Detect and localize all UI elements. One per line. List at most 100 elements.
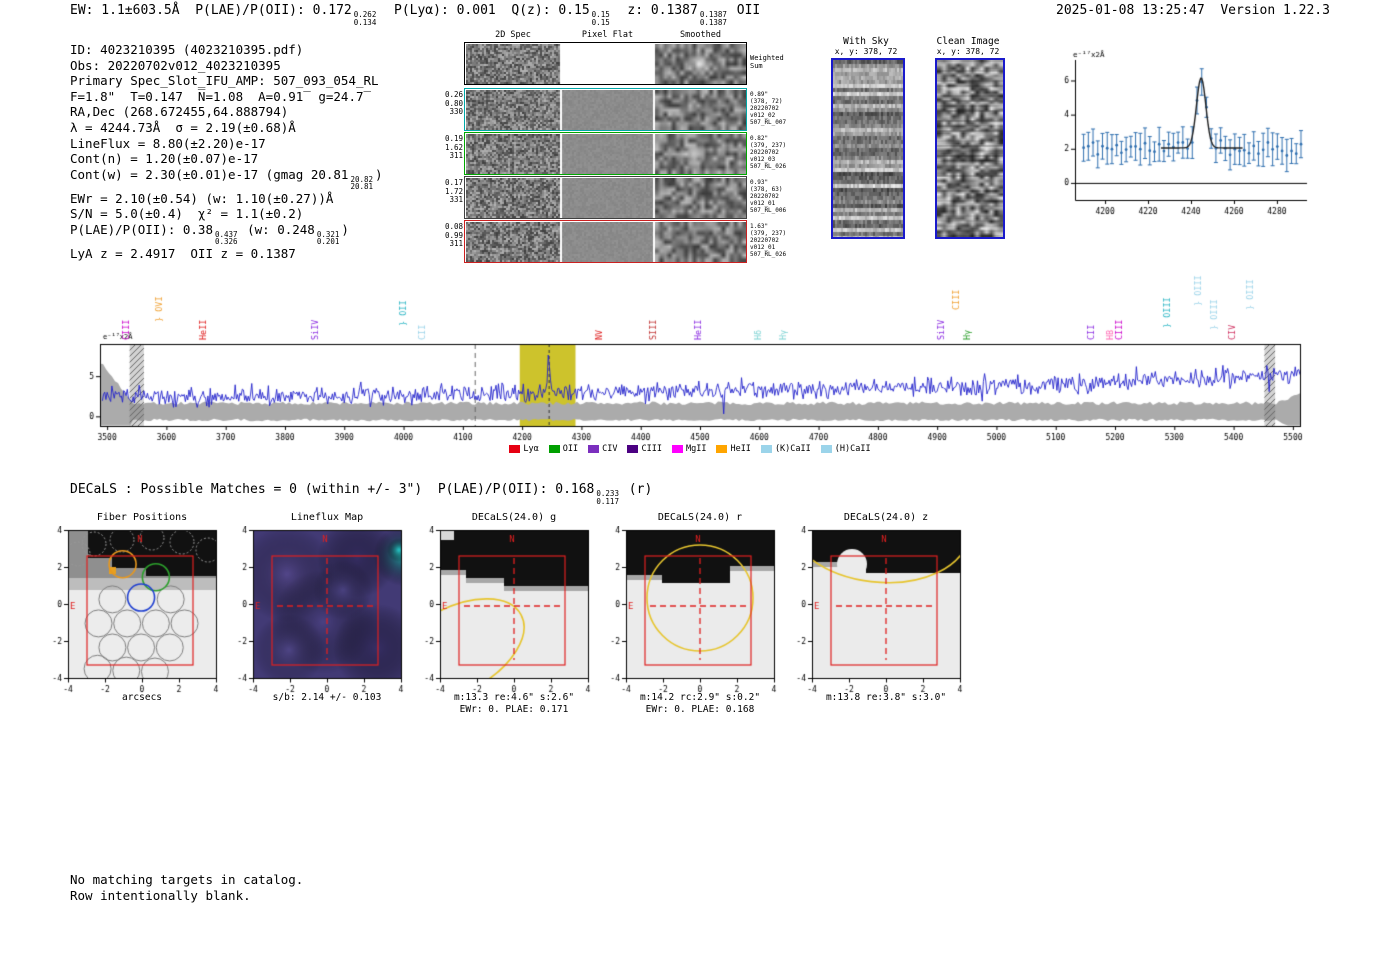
legend-item-CIV: CIV (588, 444, 617, 454)
spec2d-col-header-2dspec: 2D Spec (495, 30, 531, 40)
spec2d-row-strip (466, 222, 746, 262)
text-segment: λ = 4244.73Å σ = 2.19(±0.68)Å (70, 119, 296, 135)
spec2d-row-scale-labels: 0.17 1.72 331 (444, 178, 463, 205)
panel-caption-lineflux-1: s/b: 2.14 +/- 0.103 (272, 692, 382, 703)
text-segment: LineFlux = 8.80(±2.20)e-17 (70, 135, 266, 151)
text-segment: EW: 1.1±603.5Å P(LAE)/P(OII): 0.172 (70, 3, 352, 18)
info-line-10: EWr = 2.10(±0.54) (w: 1.10(±0.27))Å (70, 191, 383, 207)
stacked-uncertainty: 0.437 0.326 (215, 229, 238, 247)
panel-caption-fiber-1: arcsecs (121, 692, 163, 703)
spec2d-row-strip (466, 134, 746, 174)
text-segment: ) (341, 221, 349, 237)
info-line-11: S/N = 5.0(±0.4) χ² = 1.1(±0.2) (70, 206, 383, 222)
text-segment: P(Lyα): 0.001 Q(z): 0.15 (378, 3, 590, 18)
spec2d-row-scale-labels: 0.19 1.62 311 (444, 134, 463, 161)
panel-caption-decals_r-2: EWr: 0. PLAE: 0.168 (645, 704, 755, 715)
text-segment: F=1.8" T=0.147 N̅=1.08 A=0.91̅ g=24.7̅ (70, 88, 364, 104)
legend-item-(H)CaII: (H)CaII (820, 444, 871, 454)
line-fit-plot (1035, 48, 1315, 228)
legend-label: (H)CaII (834, 444, 871, 454)
with-sky-title: With Sky (843, 36, 889, 47)
footer-line-2: Row intentionally blank. (70, 887, 251, 903)
text-segment: EWr = 2.10(±0.54) (w: 1.10(±0.27))Å (70, 190, 334, 206)
header-stats-line: EW: 1.1±603.5Å P(LAE)/P(OII): 0.172 0.262… (70, 3, 760, 26)
spec2d-row-meta-labels: 0.93" (378, 63) 20220702 v012_01 507_RL_… (750, 179, 787, 214)
spec2d-row-meta-labels: 0.82" (379, 237) 20220702 v012_03 507_RL… (750, 135, 787, 170)
info-line-6: λ = 4244.73Å σ = 2.19(±0.68)Å (70, 120, 383, 136)
with-sky-coords: x, y: 378, 72 (834, 47, 898, 56)
decals-matches-line: DECaLS : Possible Matches = 0 (within +/… (70, 482, 652, 505)
legend-swatch (627, 445, 639, 453)
legend-label: OII (562, 444, 579, 454)
legend-swatch (509, 445, 521, 453)
legend-label: MgII (685, 444, 707, 454)
footer-notes: No matching targets in catalog. Row inte… (70, 872, 303, 903)
panel-title-decals_g: DECaLS(24.0) g (471, 512, 557, 523)
info-line-4: F=1.8" T=0.147 N̅=1.08 A=0.91̅ g=24.7̅ (70, 89, 383, 105)
legend-swatch (820, 445, 832, 453)
legend-swatch (548, 445, 560, 453)
text-segment: Cont(w) = 2.30(±0.01)e-17 (gmag 20.81 (70, 166, 349, 182)
panel-title-decals_r: DECaLS(24.0) r (657, 512, 743, 523)
target-info-block: ID: 4023210395 (4023210395.pdf) Obs: 2022… (70, 42, 383, 262)
legend-item-Lyα: Lyα (509, 444, 539, 454)
text-segment: RA,Dec (268.672455,64.888794) (70, 104, 289, 120)
info-line-12: P(LAE)/P(OII): 0.38 0.437 0.326 (w: 0.248 0… (70, 222, 383, 246)
legend-swatch (760, 445, 772, 453)
footer-line-1: No matching targets in catalog. (70, 872, 304, 887)
info-line-7: LineFlux = 8.80(±2.20)e-17 (70, 136, 383, 152)
text-segment: DECaLS : Possible Matches = 0 (within +/… (70, 482, 595, 497)
legend-swatch (588, 445, 600, 453)
spectrum-legend: Lyα OII CIV CIII MgII HeII (K)CaII (H)CaII (440, 444, 940, 454)
legend-swatch (671, 445, 683, 453)
panel-plot-decals_r (596, 526, 782, 694)
stacked-uncertainty: 0.15 0.15 (591, 10, 610, 27)
text-segment: S/N = 5.0(±0.4) χ² = 1.1(±0.2) (70, 206, 304, 222)
stacked-uncertainty: 20.82 20.81 (350, 174, 374, 192)
legend-item-(K)CaII: (K)CaII (760, 444, 811, 454)
legend-item-HeII: HeII (716, 444, 751, 454)
legend-label: Lyα (523, 444, 539, 454)
full-spectrum-plot (82, 260, 1312, 445)
legend-item-MgII: MgII (671, 444, 707, 454)
legend-label: CIII (641, 444, 662, 454)
panel-caption-decals_z-1: m:13.8 re:3.8" s:3.0" (825, 692, 947, 703)
text-segment: ID: 4023210395 (4023210395.pdf) (70, 42, 304, 57)
text-segment: ) (375, 166, 383, 182)
clean-image (935, 58, 1005, 239)
panel-plot-decals_z (782, 526, 968, 694)
elixer-report-page: EW: 1.1±603.5Å P(LAE)/P(OII): 0.172 0.262… (0, 0, 1400, 953)
clean-image-coords: x, y: 378, 72 (936, 47, 1000, 56)
info-line-9: Cont(w) = 2.30(±0.01)e-17 (gmag 20.81 20.… (70, 167, 383, 191)
info-line-3: Primary Spec_Slot_IFU_AMP: 507_093_054_R… (70, 73, 383, 89)
text-segment: (w: 0.248 (239, 221, 315, 237)
text-segment: z: 0.1387 (611, 3, 698, 18)
spec2d-col-header-smoothed: Smoothed (680, 30, 721, 40)
legend-item-CIII: CIII (627, 444, 662, 454)
legend-item-OII: OII (548, 444, 579, 454)
info-line-5: RA,Dec (268.672455,64.888794) (70, 104, 383, 120)
with-sky-image (831, 58, 905, 239)
spec2d-row-strip (466, 44, 746, 84)
panel-plot-decals_g (410, 526, 596, 694)
panel-caption-decals_r-1: m:14.2 rc:2.9" s:0.2" (639, 692, 761, 703)
spec2d-row-meta-labels: 1.63" (379, 237) 20220702 v012_01 507_RL… (750, 223, 787, 258)
text-segment: LyA z = 2.4917 OII z = 0.1387 (70, 245, 296, 261)
legend-label: HeII (730, 444, 751, 454)
info-line-2: Obs: 20220702v012_4023210395 (70, 58, 383, 74)
panel-title-decals_z: DECaLS(24.0) z (843, 512, 929, 523)
panel-title-lineflux: Lineflux Map (290, 512, 364, 523)
stacked-uncertainty: 0.233 0.117 (596, 489, 619, 506)
text-segment: Primary Spec_Slot_IFU_AMP: 507_093_054_R… (70, 73, 379, 89)
spec2d-row-scale-labels: 0.08 0.99 311 (444, 222, 463, 249)
panel-caption-decals_g-2: EWr: 0. PLAE: 0.171 (459, 704, 569, 715)
panel-plot-fiber (38, 526, 224, 694)
stacked-uncertainty: 0.1387 0.1387 (699, 10, 727, 27)
legend-label: (K)CaII (774, 444, 811, 454)
stacked-uncertainty: 0.321 0.201 (316, 229, 340, 247)
spec2d-row-meta-labels: Weighted Sum (750, 54, 784, 70)
header-datetime-version: 2025-01-08 13:25:47 Version 1.22.3 (1056, 3, 1330, 18)
spec2d-row-strip (466, 178, 746, 218)
spec2d-row-strip (466, 90, 746, 130)
spec2d-row-meta-labels: 0.89" (378, 72) 20220702 v012_02 507_RL_… (750, 91, 787, 126)
